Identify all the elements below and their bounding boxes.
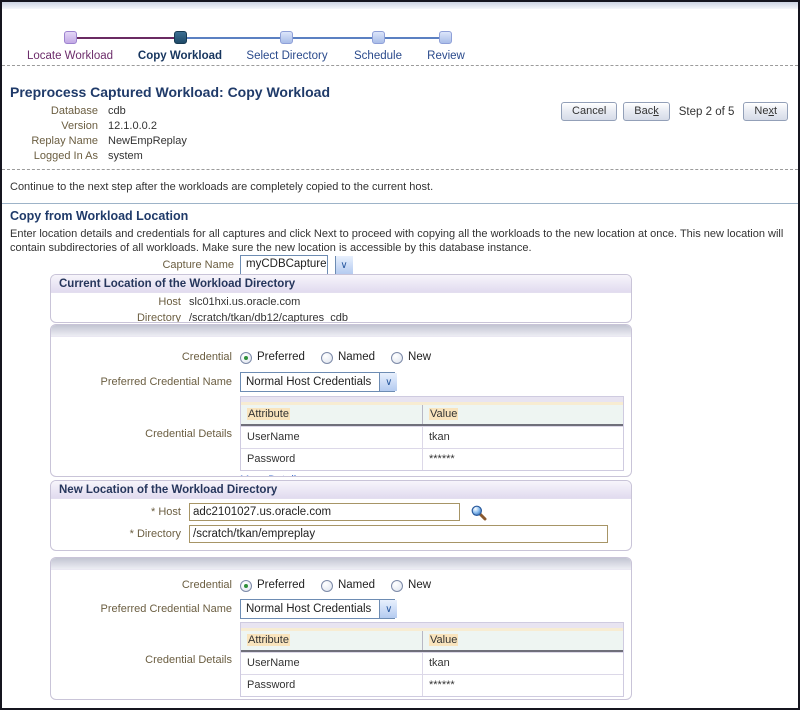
table-row: UserName tkan (241, 426, 623, 448)
back-button[interactable]: Back (623, 102, 669, 121)
info-label: Database (10, 104, 98, 119)
train-step-label-select-directory: Select Directory (246, 50, 327, 62)
preferred-credential-name-label: Preferred Credential Name (51, 602, 232, 617)
table-row: Password ****** (241, 674, 623, 696)
radio-named-2[interactable]: Named (321, 578, 375, 593)
instruction-text: Continue to the next step after the work… (10, 181, 433, 193)
info-label: Version (10, 119, 98, 134)
radio-new-1[interactable]: New (391, 350, 431, 365)
host-label-required: * Host (51, 506, 181, 518)
credential-panel-new: Credential Preferred Named New Preferred… (50, 557, 632, 700)
chevron-down-icon: ∨ (335, 256, 353, 274)
train-step-label-locate-workload[interactable]: Locate Workload (27, 50, 113, 62)
preferred-credential-select-2[interactable]: Normal Host Credentials ∨ (240, 599, 395, 619)
chevron-down-icon: ∨ (379, 600, 397, 618)
table-row: Password ****** (241, 448, 623, 470)
table-header-row: Attribute Value (241, 631, 623, 652)
column-header-value: Value (423, 631, 623, 650)
context-info: Database cdb Version 12.1.0.0.2 Replay Nam… (10, 104, 187, 164)
info-value: 12.1.0.0.2 (108, 119, 157, 134)
radio-new-2[interactable]: New (391, 578, 431, 593)
radio-dot (240, 352, 252, 364)
panel-band (51, 325, 631, 337)
page-title: Preprocess Captured Workload: Copy Workl… (10, 84, 330, 100)
separator (2, 65, 798, 66)
wizard-actions: Cancel Back Step 2 of 5 Next (561, 102, 788, 121)
host-label: Host (51, 295, 181, 310)
panel-band (51, 558, 631, 570)
top-strip (2, 2, 798, 9)
preferred-credential-select-1[interactable]: Normal Host Credentials ∨ (240, 372, 395, 392)
column-header-attribute: Attribute (241, 405, 423, 424)
credential-details-label: Credential Details (51, 622, 232, 697)
cancel-button[interactable]: Cancel (561, 102, 617, 121)
radio-dot (391, 352, 403, 364)
train-step-label-copy-workload[interactable]: Copy Workload (138, 50, 222, 62)
chevron-down-icon: ∨ (379, 373, 397, 391)
credential-details-label: Credential Details (51, 396, 232, 471)
info-value: cdb (108, 104, 126, 119)
train-connector (186, 37, 281, 39)
preferred-credential-name-label: Preferred Credential Name (51, 375, 232, 390)
train-connector (293, 37, 373, 39)
info-value: system (108, 149, 143, 164)
directory-label: Directory (51, 311, 181, 323)
directory-input[interactable] (189, 525, 608, 543)
radio-named-1[interactable]: Named (321, 350, 375, 365)
capture-name-select[interactable]: myCDBCapture ∨ (240, 255, 328, 275)
workflow-train: Locate Workload Copy Workload Select Dir… (2, 14, 798, 62)
radio-preferred-2[interactable]: Preferred (240, 578, 305, 593)
current-location-panel: Current Location of the Workload Directo… (50, 274, 632, 323)
host-input[interactable] (189, 503, 460, 521)
credential-details-table: Attribute Value UserName tkan Password *… (240, 622, 624, 697)
credential-label: Credential (51, 578, 232, 593)
directory-label-required: * Directory (51, 528, 181, 540)
train-connector (384, 37, 440, 39)
section-rule (2, 203, 798, 204)
train-step-marker-select-directory (280, 31, 293, 44)
radio-dot (321, 352, 333, 364)
info-value: NewEmpReplay (108, 134, 187, 149)
radio-dot (240, 580, 252, 592)
credential-details-table: Attribute Value UserName tkan Password *… (240, 396, 624, 471)
column-header-value: Value (423, 405, 623, 424)
info-label: Logged In As (10, 149, 98, 164)
column-header-attribute: Attribute (241, 631, 423, 650)
train-step-label-schedule: Schedule (354, 50, 402, 62)
more-details-link-1[interactable]: More Details (240, 474, 631, 477)
new-location-panel: New Location of the Workload Directory *… (50, 480, 632, 551)
info-label: Replay Name (10, 134, 98, 149)
host-value: slc01hxi.us.oracle.com (189, 295, 300, 310)
radio-dot (391, 580, 403, 592)
capture-name-label: Capture Name (10, 259, 234, 271)
train-step-marker-review (439, 31, 452, 44)
current-location-title: Current Location of the Workload Directo… (51, 275, 631, 293)
train-step-marker-schedule (372, 31, 385, 44)
wizard-page: Locate Workload Copy Workload Select Dir… (0, 0, 800, 710)
train-step-marker-locate-workload[interactable] (64, 31, 77, 44)
directory-value: /scratch/tkan/db12/captures_cdb (189, 311, 348, 323)
new-location-title: New Location of the Workload Directory (51, 481, 631, 499)
search-icon[interactable] (470, 504, 487, 521)
radio-dot (321, 580, 333, 592)
radio-preferred-1[interactable]: Preferred (240, 350, 305, 365)
table-header-row: Attribute Value (241, 405, 623, 426)
credential-label: Credential (51, 350, 232, 365)
section-description: Enter location details and credentials f… (10, 227, 794, 255)
table-row: UserName tkan (241, 652, 623, 674)
separator (2, 169, 798, 170)
next-button[interactable]: Next (743, 102, 788, 121)
train-step-label-review: Review (427, 50, 465, 62)
train-connector (76, 37, 174, 39)
step-indicator: Step 2 of 5 (679, 106, 735, 118)
train-step-marker-copy-workload[interactable] (174, 31, 187, 44)
section-title: Copy from Workload Location (10, 209, 188, 223)
credential-panel-current: Credential Preferred Named New Preferred… (50, 324, 632, 477)
